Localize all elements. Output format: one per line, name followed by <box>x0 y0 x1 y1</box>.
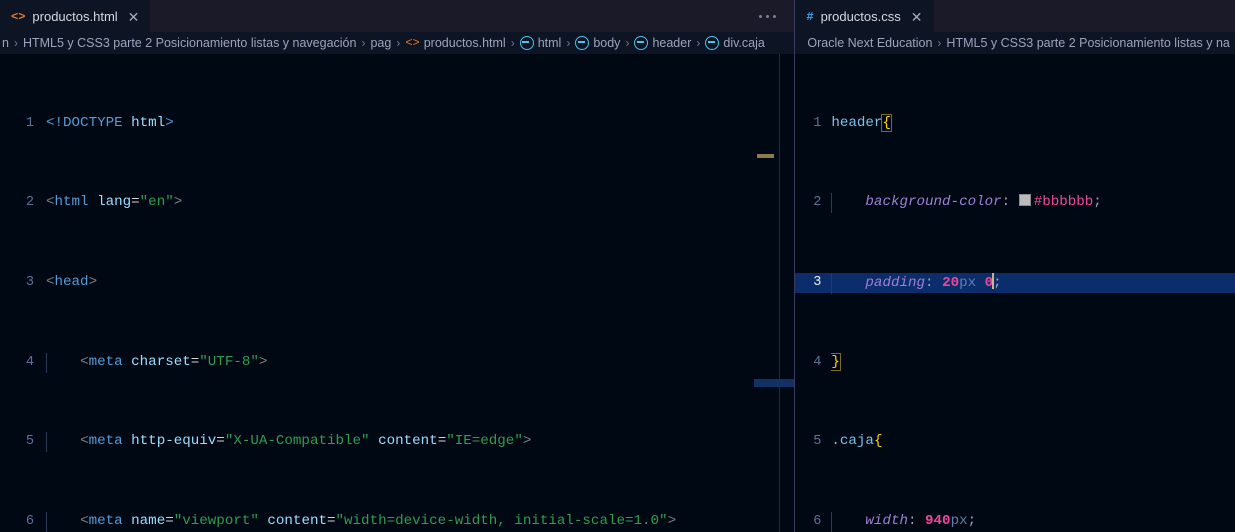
line-content: <html lang="en"> <box>46 194 183 211</box>
tabbar-filler <box>150 0 795 32</box>
line-number: 4 <box>813 354 822 370</box>
breadcrumb-item[interactable]: Oracle Next Education <box>807 36 932 50</box>
line-content: header{ <box>831 113 892 132</box>
breadcrumb-label: html <box>537 36 562 50</box>
code-lines-css: 1 header{ 2 background-color: #bbbbbb; 3… <box>795 54 1235 532</box>
line-number: 1 <box>25 115 34 131</box>
line-number: 2 <box>813 195 822 211</box>
tab-productos-html[interactable]: <> productos.html ✕ <box>0 0 151 32</box>
tag-icon <box>575 36 590 50</box>
breadcrumb-item-symbol[interactable]: html <box>519 36 562 50</box>
breadcrumb-label: productos.html <box>423 36 506 50</box>
breadcrumb-left: n › HTML5 y CSS3 parte 2 Posicionamiento… <box>0 32 795 54</box>
tab-label: productos.css <box>820 9 901 24</box>
line-number: 6 <box>813 514 822 530</box>
breadcrumb-separator: › <box>566 36 571 50</box>
editor-group-left: <> productos.html ✕ n › HTML5 y CSS3 par… <box>0 0 795 532</box>
line-number: 3 <box>813 275 822 291</box>
line-content: .caja{ <box>831 433 883 450</box>
more-actions-ellipsis-icon[interactable] <box>759 14 777 18</box>
vscode-window: <> productos.html ✕ n › HTML5 y CSS3 par… <box>0 0 1235 532</box>
tab-label: productos.html <box>32 9 118 24</box>
minimap[interactable] <box>754 54 781 532</box>
tag-icon <box>519 36 534 50</box>
overview-ruler[interactable] <box>779 54 795 532</box>
code-line-active[interactable]: 3 padding: 20px 0; <box>795 272 1235 294</box>
line-number: 4 <box>25 354 34 370</box>
breadcrumb-label: header <box>652 36 692 50</box>
close-icon[interactable]: ✕ <box>911 10 923 24</box>
line-content: <!DOCTYPE html> <box>46 114 174 131</box>
color-swatch[interactable] <box>1018 194 1031 207</box>
code-line[interactable]: 4 } <box>795 352 1235 373</box>
code-line[interactable]: 6 width: 940px; <box>795 512 1235 532</box>
breadcrumb-separator: › <box>510 36 515 50</box>
editor-group-right: # productos.css ✕ Oracle Next Education … <box>794 0 1235 532</box>
line-number: 1 <box>813 115 822 131</box>
line-content: } <box>831 352 841 371</box>
line-content: <meta name="viewport" content="width=dev… <box>46 512 794 532</box>
breadcrumb-separator: › <box>937 36 942 50</box>
code-line[interactable]: 5 .caja{ <box>795 432 1235 452</box>
tabbar-right: # productos.css ✕ <box>795 0 1235 32</box>
line-number: 5 <box>813 434 822 450</box>
line-number: 6 <box>25 514 34 530</box>
code-lines-html: 1 <!DOCTYPE html> 2 <html lang="en"> 3 <… <box>0 54 794 532</box>
line-content: <meta http-equiv="X-UA-Compatible" conte… <box>46 432 794 453</box>
minimap-active-line <box>754 379 781 387</box>
breadcrumb-item-file[interactable]: <> productos.html <box>405 36 505 50</box>
code-line[interactable]: 2 background-color: #bbbbbb; <box>795 193 1235 214</box>
css-file-icon: # <box>806 9 814 24</box>
breadcrumb-separator: › <box>396 36 401 50</box>
code-line[interactable]: 4 <meta charset="UTF-8"> <box>0 352 794 373</box>
breadcrumb-item-symbol[interactable]: div.caja <box>705 36 765 50</box>
code-line[interactable]: 5 <meta http-equiv="X-UA-Compatible" con… <box>0 432 794 453</box>
line-number: 3 <box>25 275 34 291</box>
tab-productos-css[interactable]: # productos.css ✕ <box>795 0 934 32</box>
breadcrumb-label: div.caja <box>723 36 765 50</box>
breadcrumb-item-symbol[interactable]: body <box>575 36 620 50</box>
tabbar-left: <> productos.html ✕ <box>0 0 795 32</box>
breadcrumb-separator: › <box>361 36 366 50</box>
breadcrumb-separator: › <box>13 36 18 50</box>
tag-icon <box>634 36 649 50</box>
line-number: 2 <box>25 195 34 211</box>
code-line[interactable]: 3 <head> <box>0 273 794 293</box>
line-content: <meta charset="UTF-8"> <box>46 352 794 373</box>
code-line[interactable]: 2 <html lang="en"> <box>0 193 794 213</box>
breadcrumb-label: body <box>593 36 621 50</box>
line-content: background-color: #bbbbbb; <box>831 193 1235 214</box>
breadcrumb-separator: › <box>696 36 701 50</box>
code-editor-css[interactable]: 1 header{ 2 background-color: #bbbbbb; 3… <box>795 54 1235 532</box>
html-file-icon: <> <box>405 36 420 50</box>
code-line[interactable]: 1 header{ <box>795 113 1235 134</box>
breadcrumb-item[interactable]: n <box>2 36 9 50</box>
code-line[interactable]: 6 <meta name="viewport" content="width=d… <box>0 512 794 532</box>
html-file-icon: <> <box>11 9 26 24</box>
code-line[interactable]: 1 <!DOCTYPE html> <box>0 114 794 134</box>
close-icon[interactable]: ✕ <box>128 10 140 24</box>
line-content: width: 940px; <box>831 512 1235 532</box>
line-content: padding: 20px 0; <box>831 272 1235 294</box>
minimap-marker <box>757 154 775 158</box>
tag-icon <box>705 36 720 50</box>
breadcrumb-item[interactable]: HTML5 y CSS3 parte 2 Posicionamiento lis… <box>23 36 357 50</box>
line-number: 5 <box>25 434 34 450</box>
tabbar-filler <box>933 0 1235 32</box>
breadcrumb-right: Oracle Next Education › HTML5 y CSS3 par… <box>795 32 1235 54</box>
breadcrumb-item[interactable]: HTML5 y CSS3 parte 2 Posicionamiento lis… <box>946 36 1229 50</box>
overview-ruler-active <box>780 379 795 387</box>
line-content: <head> <box>46 274 98 291</box>
code-editor-html[interactable]: 1 <!DOCTYPE html> 2 <html lang="en"> 3 <… <box>0 54 795 532</box>
breadcrumb-separator: › <box>625 36 630 50</box>
breadcrumb-item[interactable]: pag <box>370 36 391 50</box>
breadcrumb-item-symbol[interactable]: header <box>634 36 691 50</box>
